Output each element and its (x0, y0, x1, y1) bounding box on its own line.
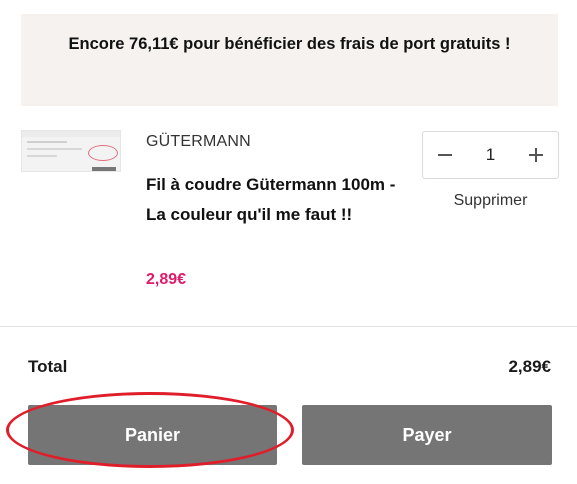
product-price: 2,89€ (146, 271, 187, 288)
total-label: Total (28, 357, 68, 376)
decrease-quantity-button[interactable] (437, 147, 453, 163)
quantity-value[interactable]: 1 (486, 145, 495, 165)
increase-quantity-button[interactable] (528, 147, 544, 163)
pay-button-label: Payer (402, 424, 452, 445)
free-shipping-text: Encore 76,11€ pour bénéficier des frais … (68, 35, 511, 53)
cart-button-label: Panier (124, 424, 181, 445)
total-value: 2,89€ (508, 357, 551, 376)
minus-icon (438, 154, 452, 156)
cart-button[interactable]: Panier (28, 405, 277, 465)
product-thumbnail[interactable] (21, 130, 121, 172)
remove-item-link[interactable]: Supprimer (422, 192, 559, 210)
product-name[interactable]: Fil à coudre Gütermann 100m - La couleur… (146, 170, 396, 230)
pay-button[interactable]: Payer (302, 405, 552, 465)
product-brand: GÜTERMANN (146, 133, 251, 150)
divider (0, 326, 577, 327)
free-shipping-banner: Encore 76,11€ pour bénéficier des frais … (21, 14, 558, 106)
quantity-stepper: 1 (422, 131, 559, 179)
